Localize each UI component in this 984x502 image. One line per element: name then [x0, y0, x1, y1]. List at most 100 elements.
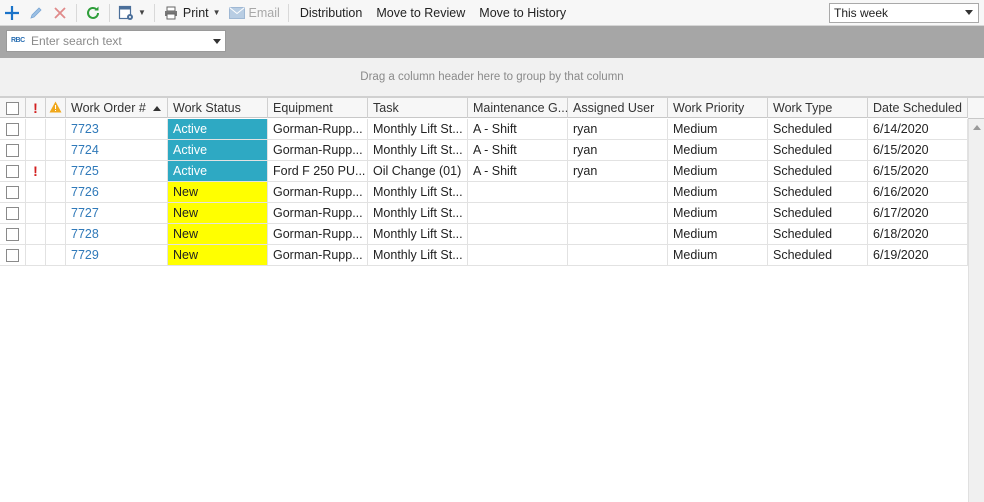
row-checkbox[interactable]: [6, 122, 19, 136]
work-orders-grid: ! Work Order # Work Status Equipment Tas…: [0, 97, 984, 502]
work-status-cell: New: [168, 245, 268, 265]
row-select-cell[interactable]: [0, 119, 26, 139]
priority-flag-cell: !: [26, 161, 46, 181]
task-cell: Monthly Lift St...: [368, 140, 468, 160]
work-order-link[interactable]: 7728: [66, 224, 168, 244]
chevron-down-icon: ▼: [138, 8, 146, 17]
scroll-up-icon[interactable]: [973, 125, 981, 130]
search-box[interactable]: RBC: [6, 30, 226, 52]
work-order-link[interactable]: 7727: [66, 203, 168, 223]
row-select-cell[interactable]: [0, 161, 26, 181]
select-all-checkbox[interactable]: [6, 101, 19, 115]
search-bar: RBC: [0, 26, 984, 58]
work-order-link[interactable]: 7724: [66, 140, 168, 160]
maintenance-group-cell: A - Shift: [468, 161, 568, 181]
email-label: Email: [248, 5, 280, 20]
date-scheduled-cell: 6/15/2020: [868, 140, 968, 160]
equipment-cell: Gorman-Rupp...: [268, 182, 368, 202]
table-row[interactable]: 7726 New Gorman-Rupp... Monthly Lift St.…: [0, 182, 968, 203]
work-order-link[interactable]: 7723: [66, 119, 168, 139]
column-header-work-order[interactable]: Work Order #: [66, 98, 168, 118]
row-select-cell[interactable]: [0, 182, 26, 202]
date-scheduled-cell: 6/19/2020: [868, 245, 968, 265]
warning-cell: [46, 245, 66, 265]
task-cell: Monthly Lift St...: [368, 245, 468, 265]
search-input[interactable]: [31, 34, 211, 48]
assigned-user-cell: ryan: [568, 161, 668, 181]
warning-header[interactable]: [46, 98, 66, 118]
assigned-user-cell: [568, 224, 668, 244]
equipment-cell: Gorman-Rupp...: [268, 119, 368, 139]
row-checkbox[interactable]: [6, 227, 19, 241]
table-row[interactable]: 7728 New Gorman-Rupp... Monthly Lift St.…: [0, 224, 968, 245]
chevron-down-icon[interactable]: [965, 10, 973, 15]
row-select-cell[interactable]: [0, 245, 26, 265]
row-checkbox[interactable]: [6, 206, 19, 220]
table-row[interactable]: 7727 New Gorman-Rupp... Monthly Lift St.…: [0, 203, 968, 224]
row-checkbox[interactable]: [6, 248, 19, 262]
task-cell: Monthly Lift St...: [368, 224, 468, 244]
refresh-icon: [85, 5, 101, 21]
select-all-header[interactable]: [0, 98, 26, 118]
row-checkbox[interactable]: [6, 185, 19, 199]
column-header-date-scheduled[interactable]: Date Scheduled: [868, 98, 968, 118]
work-priority-cell: Medium: [668, 182, 768, 202]
work-order-link[interactable]: 7729: [66, 245, 168, 265]
group-by-hint: Drag a column header here to group by th…: [360, 71, 624, 83]
warning-cell: [46, 140, 66, 160]
column-header-task[interactable]: Task: [368, 98, 468, 118]
work-order-link[interactable]: 7726: [66, 182, 168, 202]
group-by-panel[interactable]: Drag a column header here to group by th…: [0, 58, 984, 97]
priority-flag-header[interactable]: !: [26, 98, 46, 118]
column-header-work-type[interactable]: Work Type: [768, 98, 868, 118]
column-header-equipment[interactable]: Equipment: [268, 98, 368, 118]
row-select-cell[interactable]: [0, 203, 26, 223]
warning-icon: [49, 101, 62, 116]
layout-button[interactable]: ▼: [114, 0, 150, 26]
task-cell: Monthly Lift St...: [368, 182, 468, 202]
column-header-work-status[interactable]: Work Status: [168, 98, 268, 118]
row-select-cell[interactable]: [0, 140, 26, 160]
email-button[interactable]: Email: [225, 0, 284, 26]
chevron-down-icon[interactable]: [213, 39, 221, 44]
exclamation-icon: !: [33, 100, 38, 116]
work-status-cell: Active: [168, 161, 268, 181]
abc-text-icon: RBC: [11, 37, 25, 44]
column-header-work-priority[interactable]: Work Priority: [668, 98, 768, 118]
table-row[interactable]: 7724 Active Gorman-Rupp... Monthly Lift …: [0, 140, 968, 161]
warning-cell: [46, 119, 66, 139]
row-checkbox[interactable]: [6, 143, 19, 157]
move-to-review-button[interactable]: Move to Review: [369, 0, 472, 26]
move-to-review-label: Move to Review: [376, 5, 466, 20]
maintenance-group-cell: [468, 182, 568, 202]
task-cell: Oil Change (01): [368, 161, 468, 181]
period-select[interactable]: This week: [829, 3, 979, 23]
row-select-cell[interactable]: [0, 224, 26, 244]
work-type-cell: Scheduled: [768, 245, 868, 265]
distribution-button[interactable]: Distribution: [293, 0, 370, 26]
maintenance-group-cell: A - Shift: [468, 140, 568, 160]
warning-cell: [46, 203, 66, 223]
toolbar-separator: [287, 3, 289, 22]
table-row[interactable]: ! 7725 Active Ford F 250 PU... Oil Chang…: [0, 161, 968, 182]
edit-button[interactable]: [24, 0, 48, 26]
table-row[interactable]: 7723 Active Gorman-Rupp... Monthly Lift …: [0, 119, 968, 140]
add-button[interactable]: [0, 0, 24, 26]
delete-button[interactable]: [48, 0, 72, 26]
refresh-button[interactable]: [81, 0, 105, 26]
move-to-history-button[interactable]: Move to History: [472, 0, 573, 26]
maintenance-group-cell: A - Shift: [468, 119, 568, 139]
print-button[interactable]: Print ▼: [159, 0, 225, 26]
vertical-scrollbar[interactable]: [968, 119, 984, 502]
work-order-link[interactable]: 7725: [66, 161, 168, 181]
table-row[interactable]: 7729 New Gorman-Rupp... Monthly Lift St.…: [0, 245, 968, 266]
row-checkbox[interactable]: [6, 164, 19, 178]
printer-icon: [163, 5, 179, 21]
column-header-assigned-user[interactable]: Assigned User: [568, 98, 668, 118]
work-priority-cell: Medium: [668, 245, 768, 265]
column-header-maintenance-group[interactable]: Maintenance G...: [468, 98, 568, 118]
date-scheduled-cell: 6/16/2020: [868, 182, 968, 202]
sort-ascending-icon: [152, 105, 161, 111]
priority-flag-cell: [26, 140, 46, 160]
priority-flag-cell: [26, 119, 46, 139]
